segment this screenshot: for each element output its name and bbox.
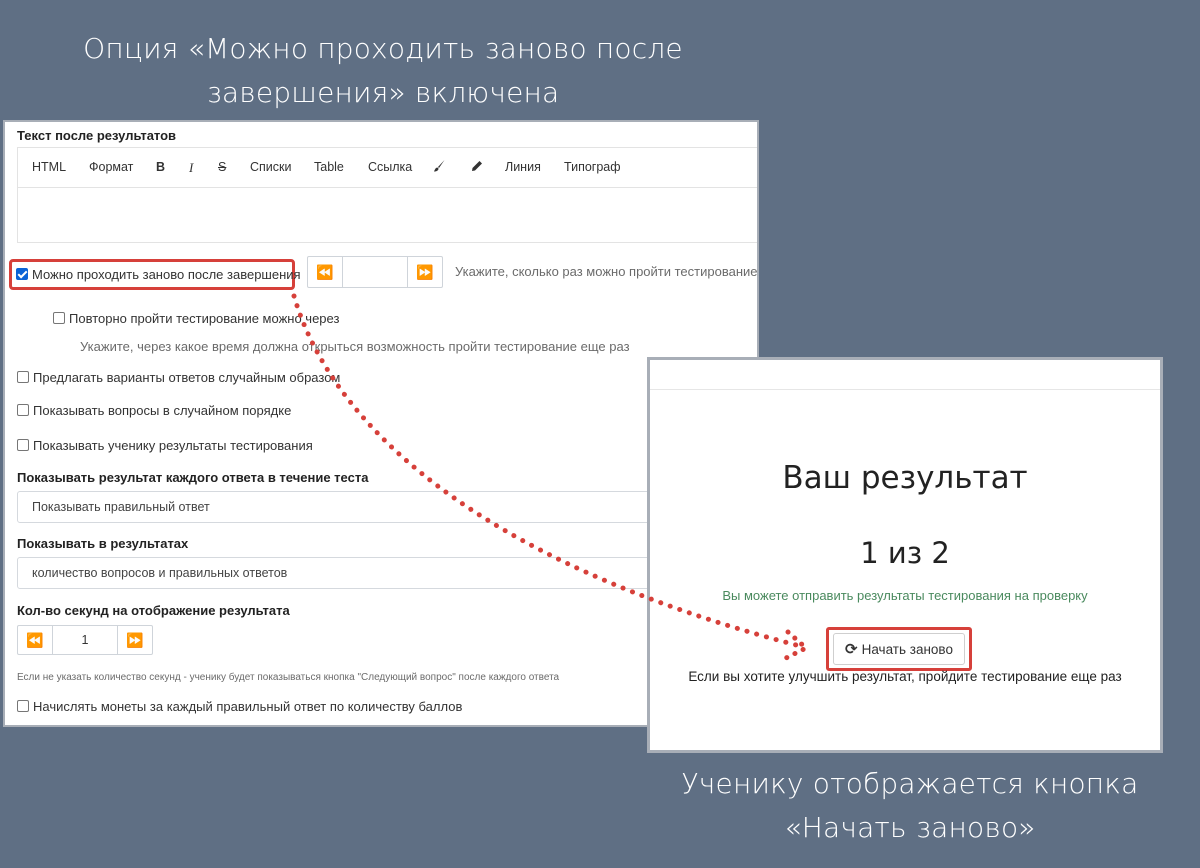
toolbar-link-button[interactable]: Ссылка <box>368 160 412 174</box>
show-results-checkbox[interactable] <box>17 439 29 451</box>
stepper-increase-button[interactable]: ⏩ <box>407 257 442 287</box>
seconds-hint: Если не указать количество секунд - учен… <box>17 672 560 683</box>
result-panel: Ваш результат 1 из 2 Вы можете отправить… <box>647 357 1163 753</box>
retake-after-option[interactable]: Повторно пройти тестирование можно через <box>53 311 339 326</box>
seconds-increase-button[interactable]: ⏩ <box>117 626 152 654</box>
retake-count-input[interactable] <box>343 257 407 287</box>
show-each-answer-label: Показывать результат каждого ответа в те… <box>17 470 369 485</box>
seconds-label: Кол-во секунд на отображение результата <box>17 603 290 618</box>
toolbar-html-button[interactable]: HTML <box>32 160 66 174</box>
caption-bottom-line2: «Начать заново» <box>784 811 1036 844</box>
toolbar-strike-button[interactable]: S <box>218 160 226 174</box>
result-score: 1 из 2 <box>860 536 950 570</box>
toolbar-table-button[interactable]: Table <box>314 160 344 174</box>
random-answers-checkbox[interactable] <box>17 371 29 383</box>
caption-top-line1: Опция «Можно проходить заново после <box>83 32 683 65</box>
restart-highlight: ⟳ Начать заново <box>826 627 972 671</box>
toolbar-bold-button[interactable]: B <box>156 160 165 174</box>
restart-button-label: Начать заново <box>861 641 953 657</box>
show-results-option[interactable]: Показывать ученику результаты тестирован… <box>17 438 313 453</box>
result-send-text: Вы можете отправить результаты тестирова… <box>722 588 1088 603</box>
result-improve-text: Если вы хотите улучшить результат, пройд… <box>688 669 1122 684</box>
toolbar-italic-button[interactable]: I <box>189 160 193 176</box>
retake-after-checkbox[interactable] <box>53 312 65 324</box>
random-questions-checkbox[interactable] <box>17 404 29 416</box>
random-questions-option[interactable]: Показывать вопросы в случайном порядке <box>17 403 291 418</box>
restart-button[interactable]: ⟳ Начать заново <box>833 633 965 665</box>
retake-label: Можно проходить заново после завершения <box>32 267 301 282</box>
coins-checkbox[interactable] <box>17 700 29 712</box>
result-header-strip <box>650 360 1160 390</box>
settings-panel: Текст после результатов HTML Формат B I … <box>3 120 759 727</box>
retake-after-label: Повторно пройти тестирование можно через <box>69 311 340 326</box>
coins-option[interactable]: Начислять монеты за каждый правильный от… <box>17 699 462 714</box>
seconds-decrease-button[interactable]: ⏪ <box>18 626 53 654</box>
toolbar-format-button[interactable]: Формат <box>89 160 133 174</box>
seconds-input[interactable]: 1 <box>53 626 117 654</box>
text-after-results-label: Текст после результатов <box>17 128 177 143</box>
random-answers-label: Предлагать варианты ответов случайным об… <box>33 370 341 385</box>
toolbar-line-button[interactable]: Линия <box>505 160 541 174</box>
pencil-icon[interactable] <box>470 159 484 176</box>
stepper-decrease-button[interactable]: ⏪ <box>308 257 343 287</box>
seconds-stepper: ⏪ 1 ⏩ <box>17 625 153 655</box>
retake-after-hint: Укажите, через какое время должна открыт… <box>80 339 630 354</box>
caption-bottom: Ученику отображается кнопка «Начать зано… <box>640 762 1180 850</box>
coins-label: Начислять монеты за каждый правильный от… <box>33 699 463 714</box>
random-answers-option[interactable]: Предлагать варианты ответов случайным об… <box>17 370 340 385</box>
toolbar-typograph-button[interactable]: Типограф <box>564 160 621 174</box>
caption-top-line2: завершения» включена <box>206 76 560 109</box>
refresh-icon: ⟳ <box>845 641 858 658</box>
retake-option-highlight[interactable]: Можно проходить заново после завершения <box>9 259 301 290</box>
retake-count-stepper: ⏪ ⏩ <box>307 256 443 288</box>
caption-bottom-line1: Ученику отображается кнопка <box>681 767 1139 800</box>
retake-count-hint: Укажите, сколько раз можно пройти тестир… <box>455 264 758 279</box>
show-results-label: Показывать ученику результаты тестирован… <box>33 438 313 453</box>
brush-icon[interactable] <box>432 159 446 176</box>
retake-checkbox[interactable] <box>16 268 28 280</box>
caption-top: Опция «Можно проходить заново после заве… <box>0 27 766 115</box>
random-questions-label: Показывать вопросы в случайном порядке <box>33 403 292 418</box>
toolbar-lists-button[interactable]: Списки <box>250 160 291 174</box>
text-editor: HTML Формат B I S Списки Table Ссылка Ли… <box>17 147 757 243</box>
show-in-results-label: Показывать в результатах <box>17 536 189 551</box>
editor-toolbar: HTML Формат B I S Списки Table Ссылка Ли… <box>18 148 757 188</box>
result-title: Ваш результат <box>782 460 1028 496</box>
editor-content-area[interactable] <box>18 188 757 243</box>
